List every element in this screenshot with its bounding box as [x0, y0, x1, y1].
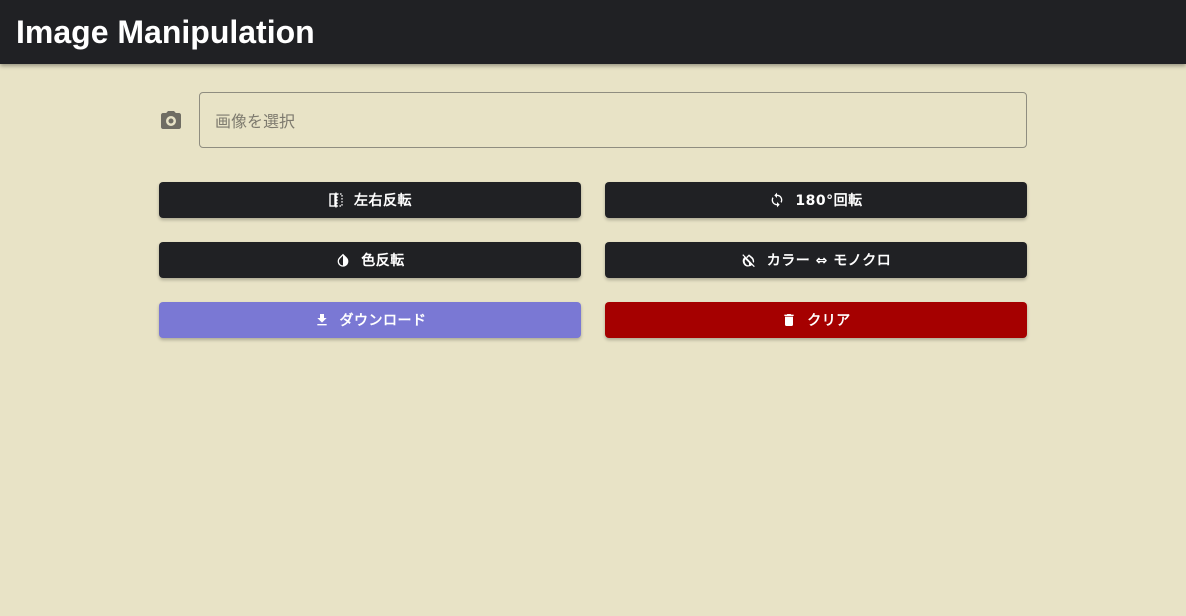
image-file-input[interactable]: 画像を選択 [199, 92, 1027, 148]
app-title: Image Manipulation [16, 13, 315, 50]
file-input-placeholder: 画像を選択 [215, 112, 296, 131]
grayscale-toggle-button[interactable]: カラー ⇔ モノクロ [605, 242, 1027, 278]
app-bar: Image Manipulation [0, 0, 1186, 64]
contrast-icon [335, 252, 351, 268]
invert-colors-off-icon [741, 252, 757, 268]
download-label: ダウンロード [339, 313, 427, 329]
download-icon [314, 312, 330, 328]
clear-button[interactable]: クリア [605, 302, 1027, 338]
file-input-row: 画像を選択 [159, 92, 1027, 148]
flip-icon [328, 192, 344, 208]
invert-color-label: 色反転 [361, 253, 405, 269]
grayscale-toggle-label: カラー ⇔ モノクロ [766, 253, 892, 269]
flip-horizontal-label: 左右反転 [354, 193, 412, 209]
rotate-180-label: 180°回転 [795, 193, 863, 209]
download-button[interactable]: ダウンロード [159, 302, 581, 338]
camera-icon[interactable] [159, 108, 183, 132]
trash-icon [781, 312, 797, 328]
invert-color-button[interactable]: 色反転 [159, 242, 581, 278]
rotate-icon [769, 192, 785, 208]
flip-horizontal-button[interactable]: 左右反転 [159, 182, 581, 218]
clear-label: クリア [807, 313, 851, 329]
rotate-180-button[interactable]: 180°回転 [605, 182, 1027, 218]
